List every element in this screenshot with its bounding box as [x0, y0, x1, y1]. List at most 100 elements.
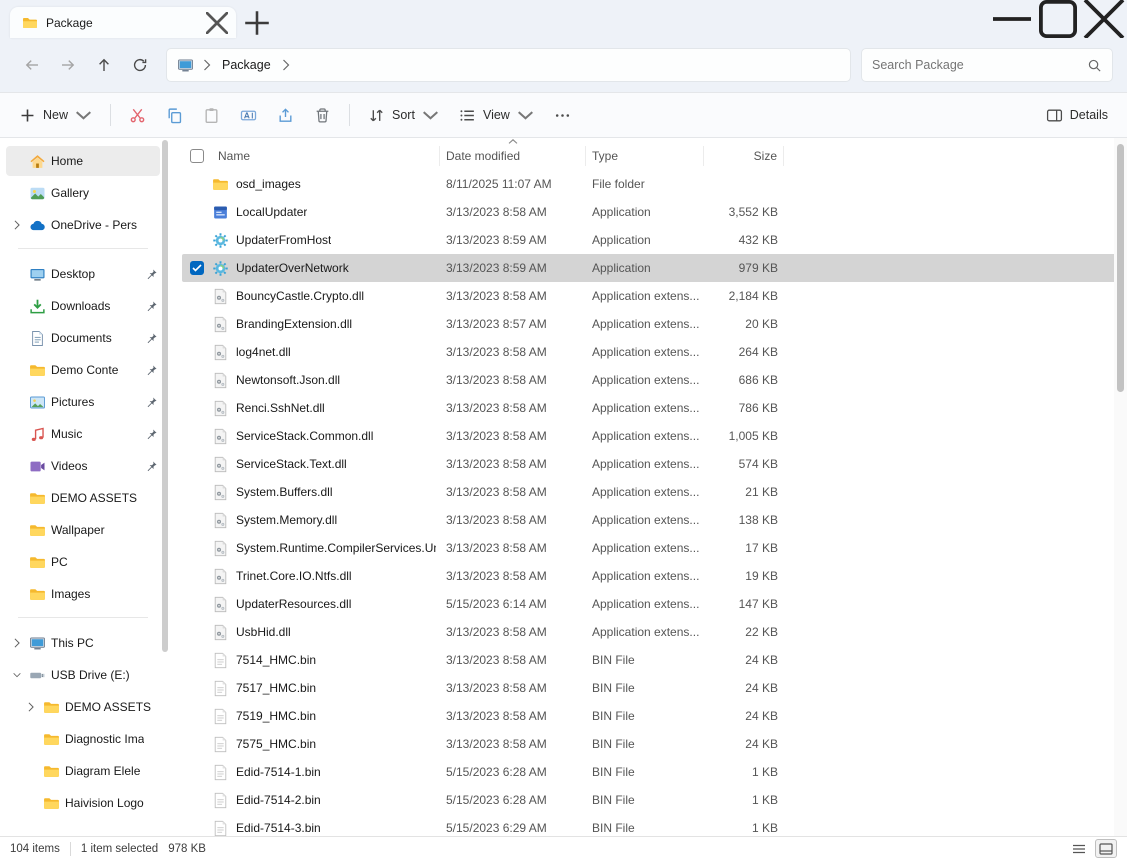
sidebar-item-desktop[interactable]: Desktop	[6, 259, 160, 289]
file-row[interactable]: Renci.SshNet.dll3/13/2023 8:58 AMApplica…	[182, 394, 1127, 422]
minimize-button[interactable]	[989, 0, 1035, 38]
cut-button[interactable]	[120, 98, 155, 132]
file-row[interactable]: 7575_HMC.bin3/13/2023 8:58 AMBIN File24 …	[182, 730, 1127, 758]
file-list-scrollbar-thumb[interactable]	[1117, 144, 1124, 392]
search-input[interactable]	[872, 58, 1079, 72]
sidebar-item-images[interactable]: Images	[6, 579, 160, 609]
more-options-button[interactable]	[545, 98, 580, 132]
paste-button[interactable]	[194, 98, 229, 132]
forward-button[interactable]	[50, 48, 86, 82]
sidebar-item-diagram-elele[interactable]: Diagram Elele	[6, 756, 160, 786]
row-checkbox-spacer	[182, 450, 212, 478]
file-row[interactable]: UpdaterOverNetwork3/13/2023 8:59 AMAppli…	[182, 254, 1127, 282]
file-row[interactable]: BrandingExtension.dll3/13/2023 8:57 AMAp…	[182, 310, 1127, 338]
sidebar-item-downloads[interactable]: Downloads	[6, 291, 160, 321]
file-row[interactable]: BouncyCastle.Crypto.dll3/13/2023 8:58 AM…	[182, 282, 1127, 310]
up-button[interactable]	[86, 48, 122, 82]
row-checkbox[interactable]	[190, 261, 204, 275]
expander-chevron-right-icon[interactable]	[10, 636, 24, 650]
close-button[interactable]	[1081, 0, 1127, 38]
file-row[interactable]: Edid-7514-3.bin5/15/2023 6:29 AMBIN File…	[182, 814, 1127, 836]
sidebar-item-label: Gallery	[51, 186, 89, 200]
folder-icon	[43, 795, 60, 812]
sidebar-scrollbar[interactable]	[161, 140, 169, 830]
row-checkbox-spacer	[182, 646, 212, 674]
file-row[interactable]: Newtonsoft.Json.dll3/13/2023 8:58 AMAppl…	[182, 366, 1127, 394]
back-button[interactable]	[14, 48, 50, 82]
expander-chevron-right-icon[interactable]	[24, 700, 38, 714]
sidebar-item-pictures[interactable]: Pictures	[6, 387, 160, 417]
view-button[interactable]: View	[450, 98, 543, 132]
select-all-checkbox[interactable]	[190, 149, 204, 163]
file-list-scrollbar[interactable]	[1114, 138, 1127, 836]
tab-package[interactable]: Package	[10, 7, 236, 38]
chevron-right-icon[interactable]	[282, 59, 290, 71]
breadcrumb-package[interactable]: Package	[220, 58, 273, 72]
file-row[interactable]: ServiceStack.Common.dll3/13/2023 8:58 AM…	[182, 422, 1127, 450]
chevron-right-icon[interactable]	[203, 59, 211, 71]
sidebar-item-demo-assets[interactable]: DEMO ASSETS	[6, 483, 160, 513]
sidebar-item-this-pc[interactable]: This PC	[6, 628, 160, 658]
file-row[interactable]: UpdaterFromHost3/13/2023 8:59 AMApplicat…	[182, 226, 1127, 254]
file-row[interactable]: osd_images8/11/2025 11:07 AMFile folder	[182, 170, 1127, 198]
sidebar-item-onedrive-pers[interactable]: OneDrive - Pers	[6, 210, 160, 240]
file-row[interactable]: Edid-7514-2.bin5/15/2023 6:28 AMBIN File…	[182, 786, 1127, 814]
sidebar-item-diagnostic-ima[interactable]: Diagnostic Ima	[6, 724, 160, 754]
sidebar-item-label: Desktop	[51, 267, 95, 281]
file-row[interactable]: LocalUpdater3/13/2023 8:58 AMApplication…	[182, 198, 1127, 226]
sort-button[interactable]: Sort	[359, 98, 448, 132]
file-name: System.Buffers.dll	[236, 485, 332, 499]
delete-button[interactable]	[305, 98, 340, 132]
thumbnails-view-toggle[interactable]	[1095, 839, 1117, 858]
file-name-cell: Edid-7514-1.bin	[212, 764, 440, 781]
sidebar-item-music[interactable]: Music	[6, 419, 160, 449]
file-row[interactable]: System.Runtime.CompilerServices.Un...3/1…	[182, 534, 1127, 562]
details-pane-button[interactable]: Details	[1037, 98, 1117, 132]
refresh-button[interactable]	[122, 48, 158, 82]
share-button[interactable]	[268, 98, 303, 132]
file-type: Application extens...	[586, 457, 704, 471]
expander-spacer	[24, 796, 38, 810]
sidebar-item-demo-assets[interactable]: DEMO ASSETS	[6, 692, 160, 722]
details-view-toggle[interactable]	[1068, 839, 1090, 858]
file-row[interactable]: 7514_HMC.bin3/13/2023 8:58 AMBIN File24 …	[182, 646, 1127, 674]
file-row[interactable]: UsbHid.dll3/13/2023 8:58 AMApplication e…	[182, 618, 1127, 646]
address-bar[interactable]: Package	[166, 48, 851, 82]
file-size: 22 KB	[704, 625, 784, 639]
file-row[interactable]: ServiceStack.Text.dll3/13/2023 8:58 AMAp…	[182, 450, 1127, 478]
copy-button[interactable]	[157, 98, 192, 132]
sidebar-item-gallery[interactable]: Gallery	[6, 178, 160, 208]
column-header-date-modified[interactable]: Date modified	[440, 146, 586, 166]
file-row[interactable]: UpdaterResources.dll5/15/2023 6:14 AMApp…	[182, 590, 1127, 618]
sidebar-item-home[interactable]: Home	[6, 146, 160, 176]
sidebar-item-wallpaper[interactable]: Wallpaper	[6, 515, 160, 545]
file-row[interactable]: 7519_HMC.bin3/13/2023 8:58 AMBIN File24 …	[182, 702, 1127, 730]
sidebar-scrollbar-thumb[interactable]	[162, 140, 168, 652]
file-row[interactable]: System.Buffers.dll3/13/2023 8:58 AMAppli…	[182, 478, 1127, 506]
column-header-size[interactable]: Size	[704, 146, 784, 166]
expander-chevron-down-icon[interactable]	[10, 668, 24, 682]
file-row[interactable]: Edid-7514-1.bin5/15/2023 6:28 AMBIN File…	[182, 758, 1127, 786]
sidebar-item-pc[interactable]: PC	[6, 547, 160, 577]
new-tab-button[interactable]	[242, 8, 272, 38]
sidebar-item-usb-drive-e[interactable]: USB Drive (E:)	[6, 660, 160, 690]
sidebar-item-documents[interactable]: Documents	[6, 323, 160, 353]
file-row[interactable]: System.Memory.dll3/13/2023 8:58 AMApplic…	[182, 506, 1127, 534]
file-row[interactable]: 7517_HMC.bin3/13/2023 8:58 AMBIN File24 …	[182, 674, 1127, 702]
file-row[interactable]: Trinet.Core.IO.Ntfs.dll3/13/2023 8:58 AM…	[182, 562, 1127, 590]
sidebar-item-videos[interactable]: Videos	[6, 451, 160, 481]
new-button[interactable]: New	[10, 98, 101, 132]
folder-icon	[22, 15, 38, 31]
sidebar-item-haivision-logo[interactable]: Haivision Logo	[6, 788, 160, 818]
column-header-name[interactable]: Name	[212, 146, 440, 166]
column-header-type[interactable]: Type	[586, 146, 704, 166]
tab-close-button[interactable]	[206, 12, 228, 34]
rename-button[interactable]	[231, 98, 266, 132]
file-row[interactable]: log4net.dll3/13/2023 8:58 AMApplication …	[182, 338, 1127, 366]
maximize-button[interactable]	[1035, 0, 1081, 38]
chevron-down-icon	[75, 107, 92, 124]
sidebar-item-demo-conte[interactable]: Demo Conte	[6, 355, 160, 385]
file-name-cell: System.Memory.dll	[212, 512, 440, 529]
dll-file-icon	[212, 288, 229, 305]
expander-chevron-right-icon[interactable]	[10, 218, 24, 232]
